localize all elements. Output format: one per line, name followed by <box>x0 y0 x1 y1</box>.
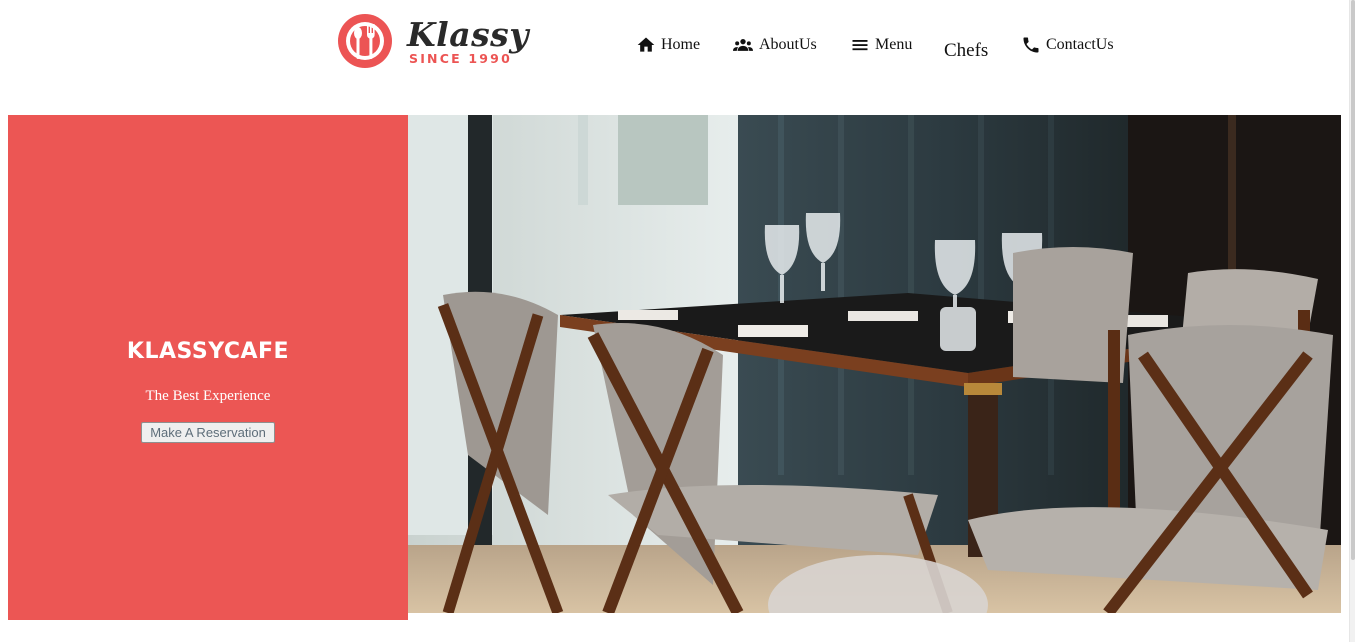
nav-about[interactable]: AboutUs <box>731 35 817 55</box>
nav-contact-label: ContactUs <box>1046 36 1114 53</box>
nav-home[interactable]: Home <box>635 35 700 55</box>
nav-contact[interactable]: ContactUs <box>1020 35 1114 55</box>
hero-subtitle: The Best Experience <box>145 388 271 404</box>
logo-mark-icon <box>338 14 392 68</box>
nav-chefs-label: Chefs <box>944 40 989 61</box>
menu-icon <box>852 40 868 51</box>
home-icon <box>637 37 655 52</box>
make-reservation-button[interactable]: Make A Reservation <box>141 422 275 443</box>
nav-chefs[interactable]: Chefs <box>944 40 988 62</box>
nav-home-label: Home <box>661 36 701 53</box>
hero-panel: KLASSYCAFE The Best Experience Make A Re… <box>8 115 408 620</box>
logo[interactable]: Klassy SINCE 1990 <box>337 13 528 71</box>
scrollbar[interactable] <box>1349 0 1355 642</box>
logo-tagline: SINCE 1990 <box>409 51 512 66</box>
restaurant-interior-image <box>408 115 1341 613</box>
hero-title: KLASSYCAFE <box>126 339 290 364</box>
logo-wordmark: Klassy <box>407 15 529 54</box>
restaurant-interior-photo <box>408 115 1341 613</box>
site-header: Klassy SINCE 1990 Home AboutUs Menu Chef… <box>0 0 1349 100</box>
nav-about-label: AboutUs <box>759 36 817 53</box>
nav-menu-label: Menu <box>875 36 913 53</box>
people-icon <box>733 39 753 51</box>
nav-menu[interactable]: Menu <box>849 35 912 55</box>
scrollbar-thumb[interactable] <box>1351 0 1355 560</box>
phone-icon <box>1023 37 1039 53</box>
